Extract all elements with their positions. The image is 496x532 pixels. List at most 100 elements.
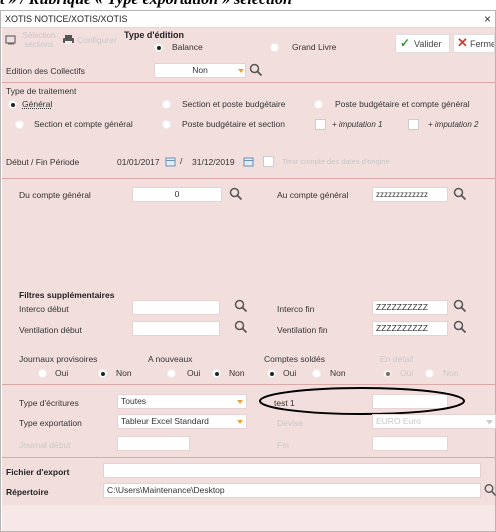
ecritures-label: Type d'écritures bbox=[19, 398, 79, 408]
au-compte-label: Au compte général bbox=[277, 190, 349, 200]
du-compte-input[interactable]: 0 bbox=[132, 187, 222, 202]
section-compte-label: Section et compte général bbox=[34, 119, 133, 129]
imputation2-label: + imputation 2 bbox=[428, 120, 479, 129]
toolbar: Sélection sections Configurer Type d'édi… bbox=[2, 28, 495, 60]
fermer-label: Ferme bbox=[470, 39, 495, 49]
ventilation-debut-label: Ventilation début bbox=[19, 325, 82, 335]
radio-poste-compte[interactable] bbox=[314, 100, 323, 109]
ventilation-fin-label: Ventilation fin bbox=[277, 325, 328, 335]
printer-icon bbox=[63, 35, 74, 44]
collectifs-row: Edition des Collectifs Non bbox=[2, 60, 495, 82]
ventilation-fin-input[interactable]: ZZZZZZZZZZ bbox=[372, 321, 448, 336]
radio-journaux-non[interactable] bbox=[98, 369, 107, 378]
radio-detail-non[interactable] bbox=[425, 369, 434, 378]
close-icon[interactable]: × bbox=[484, 12, 491, 26]
detail-label: En détail bbox=[380, 354, 414, 364]
imputation1-checkbox[interactable] bbox=[315, 119, 326, 130]
radio-general[interactable] bbox=[8, 100, 17, 109]
search-icon[interactable] bbox=[229, 187, 243, 201]
collectifs-select[interactable]: Non bbox=[154, 63, 246, 78]
nouveaux-non-label: Non bbox=[229, 368, 245, 378]
balance-label: Balance bbox=[172, 42, 203, 52]
nouveaux-label: A nouveaux bbox=[148, 354, 193, 364]
chevron-down-icon[interactable] bbox=[486, 420, 493, 425]
ventilation-debut-input[interactable] bbox=[132, 321, 220, 336]
devise-select[interactable]: EURO Euro bbox=[372, 414, 496, 429]
calendar-icon[interactable] bbox=[165, 156, 176, 167]
nouveaux-oui-label: Oui bbox=[187, 368, 201, 378]
imputation1-label: + imputation 1 bbox=[332, 120, 383, 129]
calendar-icon[interactable] bbox=[243, 156, 254, 167]
journaux-oui-label: Oui bbox=[55, 368, 69, 378]
valider-button[interactable]: ✓ Valider bbox=[395, 34, 450, 53]
comptes-section: Du compte général 0 Au compte général zz… bbox=[2, 179, 495, 384]
title-bar: XOTIS NOTICE/XOTIS/XOTIS × bbox=[1, 11, 495, 28]
annotation-ellipse bbox=[259, 387, 465, 415]
chevron-down-icon[interactable] bbox=[237, 420, 243, 424]
selection-icon bbox=[5, 35, 16, 45]
imputation2-checkbox[interactable] bbox=[408, 119, 419, 130]
journal-fin-input[interactable] bbox=[372, 436, 448, 451]
section-poste-label: Section et poste budgétaire bbox=[182, 99, 286, 109]
journal-fin-label: Fin bbox=[277, 440, 289, 450]
periode-label: Début / Fin Période bbox=[6, 157, 80, 167]
ecritures-select[interactable]: Toutes bbox=[117, 394, 247, 409]
close-x-icon: ✕ bbox=[457, 35, 468, 50]
search-icon[interactable] bbox=[234, 320, 248, 334]
window-title: XOTIS NOTICE/XOTIS/XOTIS bbox=[5, 14, 128, 24]
search-icon[interactable] bbox=[234, 299, 248, 313]
general-label: Général bbox=[22, 99, 53, 109]
fichier-label: Fichier d'export bbox=[6, 467, 70, 477]
search-icon[interactable] bbox=[453, 187, 467, 201]
document-text-fragment: t » / Rubrique « Type exportation » séle… bbox=[0, 0, 496, 10]
radio-nouveaux-non[interactable] bbox=[212, 369, 221, 378]
repertoire-input[interactable]: C:\Users\Maintenance\Desktop bbox=[103, 483, 481, 498]
radio-balance[interactable] bbox=[154, 43, 163, 52]
checkmark-icon: ✓ bbox=[400, 36, 411, 50]
journal-debut-label: Journal début bbox=[19, 440, 71, 450]
tenir-compte-checkbox[interactable] bbox=[263, 156, 274, 167]
chevron-down-icon[interactable] bbox=[238, 69, 244, 73]
type-edition-label: Type d'édition bbox=[124, 30, 184, 40]
tenir-compte-label: Tenir compte des dates d'origine bbox=[282, 157, 390, 166]
radio-journaux-oui[interactable] bbox=[38, 369, 47, 378]
radio-poste-section[interactable] bbox=[162, 120, 171, 129]
radio-soldes-non[interactable] bbox=[312, 369, 321, 378]
repertoire-label: Répertoire bbox=[6, 487, 49, 497]
radio-detail-oui[interactable] bbox=[383, 369, 392, 378]
soldes-label: Comptes soldés bbox=[264, 354, 325, 364]
radio-grand-livre[interactable] bbox=[270, 43, 279, 52]
periode-start-value[interactable]: 01/01/2017 bbox=[117, 157, 160, 167]
search-icon[interactable] bbox=[484, 483, 496, 497]
au-compte-input[interactable]: zzzzzzzzzzzzz bbox=[372, 187, 448, 202]
fermer-button[interactable]: ✕ Ferme bbox=[453, 34, 495, 53]
radio-section-poste[interactable] bbox=[162, 100, 171, 109]
dialog-window: XOTIS NOTICE/XOTIS/XOTIS × Sélection sec… bbox=[0, 10, 496, 532]
fichier-input[interactable] bbox=[103, 463, 481, 478]
interco-fin-label: Interco fin bbox=[277, 304, 315, 314]
exportation-select[interactable]: Tableur Excel Standard bbox=[117, 414, 247, 429]
collectifs-label: Edition des Collectifs bbox=[6, 66, 85, 76]
search-icon[interactable] bbox=[249, 63, 263, 77]
search-icon[interactable] bbox=[453, 299, 467, 313]
footer-band bbox=[2, 505, 495, 531]
chevron-down-icon[interactable] bbox=[237, 400, 243, 404]
interco-debut-input[interactable] bbox=[132, 300, 220, 315]
poste-section-label: Poste budgétaire et section bbox=[182, 119, 286, 129]
periode-separator: / bbox=[180, 156, 183, 166]
interco-fin-input[interactable]: ZZZZZZZZZZ bbox=[372, 300, 448, 315]
periode-end-value[interactable]: 31/12/2019 bbox=[192, 157, 235, 167]
journaux-non-label: Non bbox=[116, 368, 132, 378]
radio-soldes-oui[interactable] bbox=[267, 369, 276, 378]
traitement-section: Type de traitement Général Section et po… bbox=[2, 83, 495, 178]
filtres-title: Filtres supplémentaires bbox=[19, 290, 115, 300]
radio-nouveaux-oui[interactable] bbox=[167, 369, 176, 378]
traitement-title: Type de traitement bbox=[6, 86, 77, 96]
devise-label: Devise bbox=[277, 418, 303, 428]
poste-compte-label: Poste budgétaire et compte général bbox=[335, 99, 470, 109]
radio-section-compte[interactable] bbox=[15, 120, 24, 129]
search-icon[interactable] bbox=[453, 320, 467, 334]
selection-sections-button[interactable]: Sélection sections bbox=[20, 31, 58, 49]
configurer-button[interactable]: Configurer bbox=[77, 35, 117, 45]
journal-debut-input[interactable] bbox=[117, 436, 190, 451]
